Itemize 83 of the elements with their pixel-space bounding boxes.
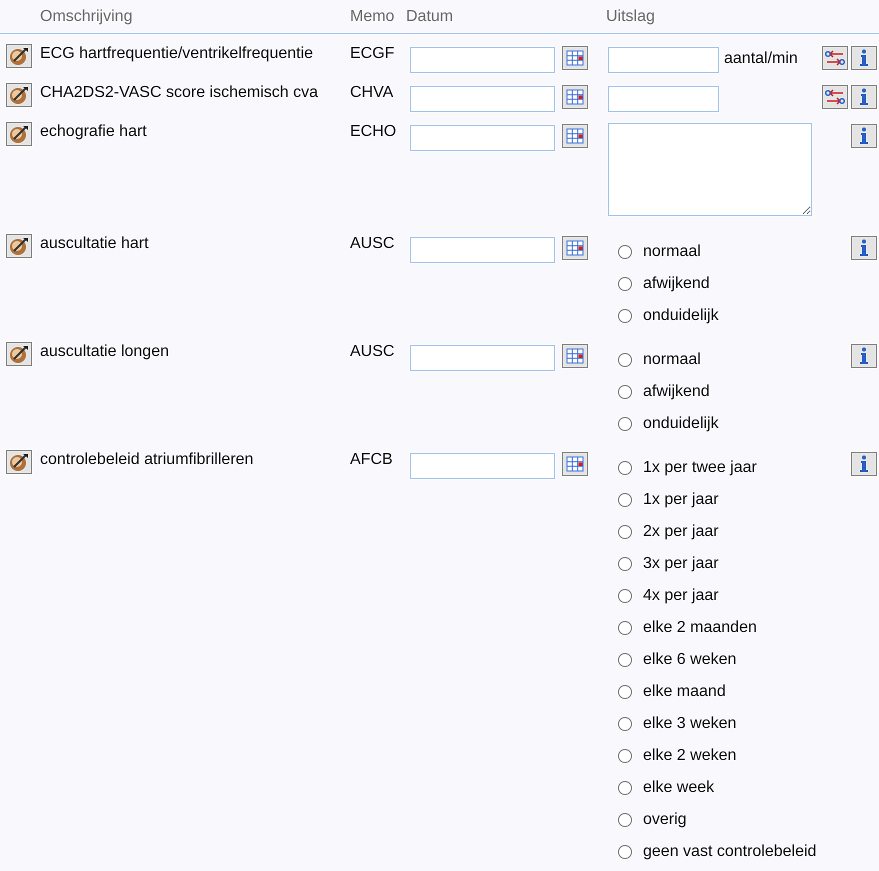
calendar-icon[interactable]: [562, 85, 588, 109]
option-label: elke 2 maanden: [643, 619, 757, 637]
radio-button[interactable]: [618, 385, 632, 399]
option-label: elke 2 weken: [643, 747, 736, 765]
option-label: elke week: [643, 779, 714, 797]
option-label: 2x per jaar: [643, 523, 719, 541]
column-header: Omschrijving: [39, 8, 134, 26]
description-text: echografie hart: [40, 122, 147, 142]
option-label: onduidelijk: [643, 415, 719, 433]
description-text: controlebeleid atriumfibrilleren: [40, 450, 254, 470]
info-icon[interactable]: [851, 85, 877, 109]
result-input[interactable]: [608, 47, 719, 73]
radio-button[interactable]: [618, 589, 632, 603]
info-icon[interactable]: [851, 124, 877, 148]
option-label: elke 6 weken: [643, 651, 736, 669]
option-label: 1x per twee jaar: [643, 459, 757, 477]
radio-button[interactable]: [618, 557, 632, 571]
calendar-icon[interactable]: [562, 46, 588, 70]
calendar-icon[interactable]: [562, 452, 588, 476]
gauge-icon[interactable]: [6, 83, 32, 107]
radio-button[interactable]: [618, 781, 632, 795]
info-icon[interactable]: [851, 236, 877, 260]
gauge-icon[interactable]: [6, 44, 32, 68]
radio-button[interactable]: [618, 685, 632, 699]
option-label: overig: [643, 811, 687, 829]
date-input[interactable]: [410, 125, 555, 151]
date-input[interactable]: [410, 345, 555, 371]
option-label: afwijkend: [643, 275, 710, 293]
radio-button[interactable]: [618, 653, 632, 667]
radio-button[interactable]: [618, 813, 632, 827]
gauge-icon[interactable]: [6, 450, 32, 474]
calendar-icon[interactable]: [562, 344, 588, 368]
memo-code: AUSC: [350, 342, 394, 362]
memo-code: AFCB: [350, 450, 393, 470]
radio-button[interactable]: [618, 493, 632, 507]
option-label: normaal: [643, 351, 701, 369]
column-header: Datum: [406, 8, 454, 26]
date-input[interactable]: [410, 47, 555, 73]
memo-code: ECGF: [350, 44, 394, 64]
description-text: CHA2DS2-VASC score ischemisch cva: [40, 83, 318, 103]
date-input[interactable]: [410, 237, 555, 263]
option-label: geen vast controlebeleid: [643, 843, 816, 861]
option-label: afwijkend: [643, 383, 710, 401]
option-label: elke 3 weken: [643, 715, 736, 733]
description-text: auscultatie hart: [40, 234, 149, 254]
column-header: Memo: [350, 8, 396, 26]
radio-button[interactable]: [618, 417, 632, 431]
column-header: Uitslag: [606, 8, 656, 26]
calendar-icon[interactable]: [562, 236, 588, 260]
info-icon[interactable]: [851, 46, 877, 70]
radio-button[interactable]: [618, 717, 632, 731]
radio-button[interactable]: [618, 621, 632, 635]
date-input[interactable]: [410, 86, 555, 112]
info-icon[interactable]: [851, 452, 877, 476]
convert-icon[interactable]: [822, 46, 848, 70]
description-text: ECG hartfrequentie/ventrikelfrequentie: [40, 44, 314, 64]
date-input[interactable]: [410, 453, 555, 479]
option-label: onduidelijk: [643, 307, 719, 325]
memo-code: AUSC: [350, 234, 394, 254]
unit-label: aantal/min: [724, 50, 798, 68]
radio-button[interactable]: [618, 845, 632, 859]
info-icon[interactable]: [851, 344, 877, 368]
gauge-icon[interactable]: [6, 234, 32, 258]
memo-code: ECHO: [350, 122, 396, 142]
radio-button[interactable]: [618, 309, 632, 323]
calendar-icon[interactable]: [562, 124, 588, 148]
radio-button[interactable]: [618, 353, 632, 367]
convert-icon[interactable]: [822, 85, 848, 109]
memo-code: CHVA: [350, 83, 394, 103]
radio-button[interactable]: [618, 461, 632, 475]
option-label: normaal: [643, 243, 701, 261]
option-label: 3x per jaar: [643, 555, 719, 573]
gauge-icon[interactable]: [6, 342, 32, 366]
option-label: 4x per jaar: [643, 587, 719, 605]
option-label: 1x per jaar: [643, 491, 719, 509]
description-text: auscultatie longen: [40, 342, 169, 362]
option-label: elke maand: [643, 683, 726, 701]
radio-button[interactable]: [618, 277, 632, 291]
radio-button[interactable]: [618, 245, 632, 259]
radio-button[interactable]: [618, 525, 632, 539]
radio-button[interactable]: [618, 749, 632, 763]
gauge-icon[interactable]: [6, 122, 32, 146]
result-input[interactable]: [608, 86, 719, 112]
